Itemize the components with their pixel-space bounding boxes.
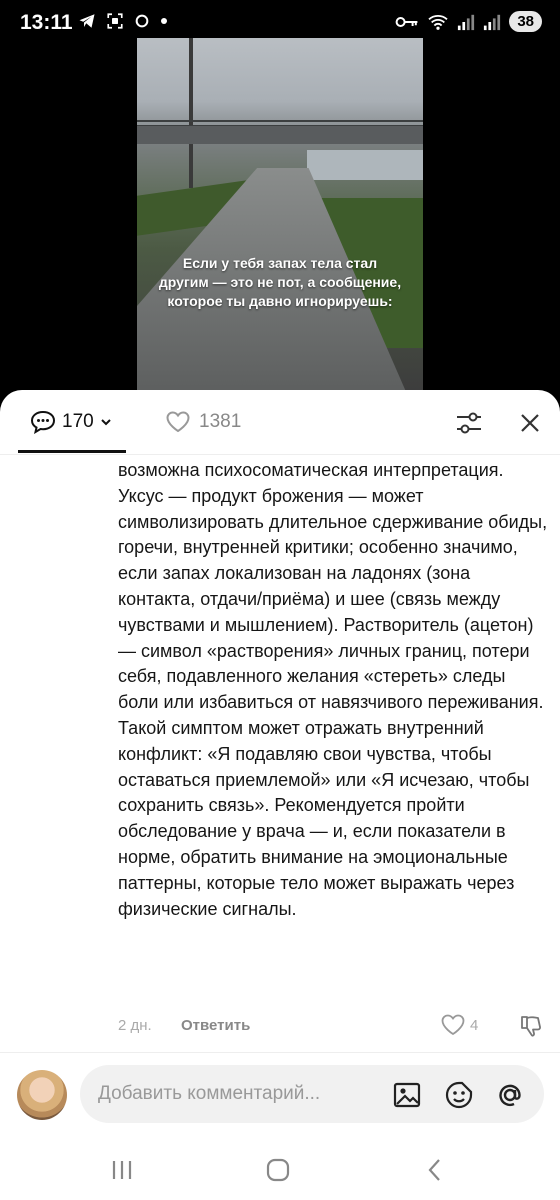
comment-meta: 2 дн. Ответить 4 (118, 1013, 548, 1039)
divider (0, 454, 560, 455)
telegram-icon (79, 14, 95, 28)
tab-comments[interactable]: 170 (30, 410, 112, 434)
tab-likes[interactable]: 1381 (165, 410, 241, 434)
heart-icon (166, 411, 190, 433)
image-icon[interactable] (392, 1080, 422, 1110)
circle-icon (135, 14, 149, 28)
comment-date: 2 дн. (118, 1017, 152, 1034)
comment-bubble-icon (30, 410, 56, 434)
wifi-icon (428, 14, 448, 30)
close-button[interactable] (515, 408, 545, 438)
comment-paragraph: Такой симптом может отражать внутренний … (118, 717, 530, 919)
dot-icon (161, 18, 167, 24)
key-icon (395, 16, 418, 27)
divider (0, 1052, 560, 1053)
video-caption: Если у тебя запах тела стал другим — это… (158, 255, 402, 309)
comment-input[interactable]: Добавить комментарий... (80, 1065, 544, 1123)
mention-icon[interactable] (495, 1080, 525, 1110)
screenshot-icon (107, 13, 123, 29)
video-preview[interactable]: Если у тебя запах тела стал другим — это… (137, 38, 423, 390)
tab-underline (18, 450, 126, 453)
home-icon[interactable] (264, 1156, 292, 1184)
likes-count: 1381 (199, 411, 242, 432)
avatar[interactable] (17, 1070, 67, 1120)
status-left-icons (78, 12, 168, 30)
signal-icon (458, 14, 475, 30)
heart-icon[interactable] (440, 1013, 466, 1037)
video-scene-bridge (137, 126, 423, 144)
video-scene-pole (189, 38, 193, 188)
sliders-icon (457, 412, 481, 434)
comments-sheet: 170 1381 возможна психосоматическая инте… (0, 390, 560, 1200)
signal-icon (484, 14, 501, 30)
back-icon[interactable] (422, 1156, 450, 1184)
recent-apps-icon[interactable] (108, 1156, 136, 1184)
sheet-header: 170 1381 (0, 390, 560, 454)
status-right-icons: 38 (395, 11, 542, 32)
comment-paragraph: возможна психосоматическая интерпретация… (118, 460, 548, 713)
reply-button[interactable]: Ответить (181, 1017, 250, 1034)
comment-input-placeholder: Добавить комментарий... (98, 1083, 321, 1104)
comment-body: возможна психосоматическая интерпретация… (118, 458, 548, 922)
filter-button[interactable] (454, 408, 484, 438)
emoji-icon[interactable] (444, 1080, 474, 1110)
comments-count: 170 (62, 411, 94, 432)
comment-like-count: 4 (470, 1017, 479, 1034)
close-icon (521, 414, 539, 432)
video-scene-water (307, 150, 423, 180)
thumbs-down-icon[interactable] (518, 1013, 544, 1039)
status-time: 13:11 (20, 11, 73, 34)
system-nav-bar (0, 1138, 560, 1200)
battery-badge: 38 (509, 11, 542, 32)
chevron-down-icon (100, 419, 111, 426)
